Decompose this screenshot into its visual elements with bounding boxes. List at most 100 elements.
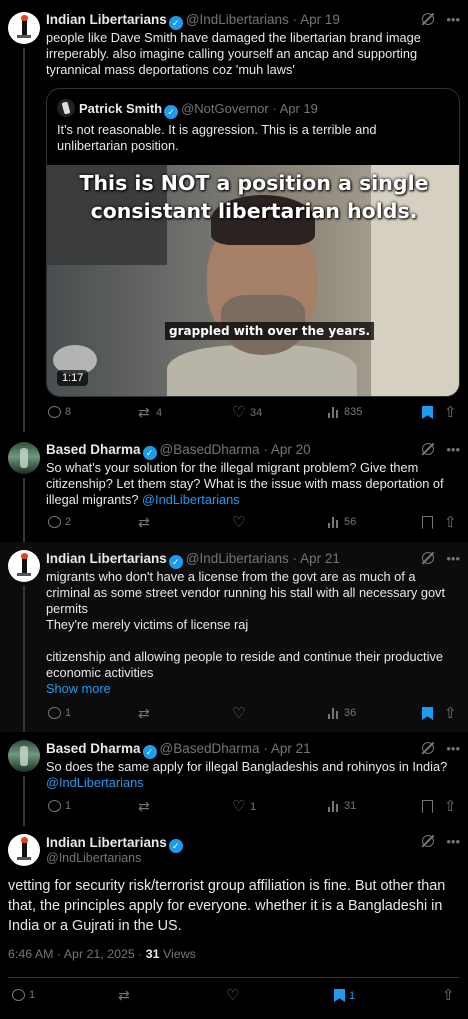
avatar[interactable] [8, 442, 40, 474]
author-handle[interactable]: @IndLibertarians [186, 551, 289, 566]
author-name: Patrick Smith [79, 101, 163, 116]
more-icon[interactable]: ••• [446, 834, 460, 849]
bookmark-button[interactable] [422, 516, 433, 529]
avatar[interactable] [8, 740, 40, 772]
like-button[interactable] [232, 513, 246, 531]
more-icon[interactable]: ••• [446, 741, 460, 756]
verified-icon: ✓ [168, 16, 183, 30]
reply-icon [12, 989, 25, 1001]
grok-icon[interactable] [422, 443, 435, 455]
tweet[interactable]: Indian Libertarians ✓ @IndLibertarians · A… [0, 542, 468, 732]
retweet-button[interactable] [138, 798, 152, 815]
share-button[interactable] [442, 986, 456, 1004]
heart-icon [232, 513, 246, 531]
show-more-link[interactable]: Show more [46, 681, 458, 697]
grok-icon[interactable] [422, 552, 435, 564]
tweet[interactable]: Based Dharma ✓ @BasedDharma · Apr 21 ••• S… [0, 732, 468, 826]
reply-button[interactable]: 8 [48, 406, 71, 418]
like-button[interactable] [226, 986, 240, 1004]
video-player[interactable]: This is NOT a position a single consista… [47, 165, 459, 396]
view-count: 31 [145, 947, 160, 961]
quote-tweet[interactable]: Patrick Smith ✓ @NotGovernor · Apr 19 It's… [46, 88, 460, 397]
share-button[interactable] [444, 403, 458, 421]
grok-icon[interactable] [422, 835, 435, 847]
verified-icon: ✓ [164, 105, 179, 119]
tweet-date[interactable]: · Apr 21 [263, 741, 310, 756]
more-icon[interactable]: ••• [446, 442, 460, 457]
tweet-date[interactable]: · Apr 19 [293, 12, 340, 27]
like-button[interactable]: 34 [232, 403, 262, 421]
grok-icon[interactable] [422, 13, 435, 25]
retweet-button[interactable]: 4 [138, 404, 162, 421]
bookmark-icon [422, 406, 433, 419]
author-name[interactable]: Based Dharma [46, 741, 141, 756]
share-icon [444, 704, 458, 722]
reply-button[interactable]: 1 [48, 800, 71, 812]
bookmark-button[interactable] [422, 406, 433, 419]
avatar[interactable] [8, 834, 40, 866]
views-button[interactable]: 36 [328, 707, 356, 719]
tweet-text: So what's your solution for the illegal … [46, 460, 444, 507]
grok-icon[interactable] [422, 742, 435, 754]
views-button[interactable]: 56 [328, 516, 356, 528]
author-handle[interactable]: @IndLibertarians [186, 12, 289, 27]
like-button[interactable]: 1 [232, 797, 256, 815]
tweet-date[interactable]: · Apr 21 [293, 551, 340, 566]
tweet-header: Based Dharma ✓ @BasedDharma · Apr 20 ••• [46, 441, 460, 460]
author-name[interactable]: Indian Libertarians [46, 835, 167, 850]
mention-link[interactable]: @IndLibertarians [46, 775, 144, 790]
mention-link[interactable]: @IndLibertarians [142, 492, 240, 507]
author-name[interactable]: Indian Libertarians [46, 12, 167, 27]
tweet-header: Based Dharma ✓ @BasedDharma · Apr 21 ••• [46, 740, 460, 759]
share-button[interactable] [444, 704, 458, 722]
views-button[interactable]: 31 [328, 800, 356, 812]
views-icon [328, 707, 340, 719]
like-button[interactable] [232, 704, 246, 722]
tweet-actions: 2 56 [46, 513, 460, 532]
tweet-meta: 6:46 AM · Apr 21, 2025 · 31 Views [8, 947, 196, 961]
retweet-icon [138, 705, 152, 722]
views-label: Views [159, 947, 196, 961]
author-handle[interactable]: @BasedDharma [160, 442, 260, 457]
tweet[interactable]: Indian Libertarians ✓ @IndLibertarians · A… [0, 0, 468, 432]
share-button[interactable] [444, 797, 458, 815]
author-name[interactable]: Indian Libertarians [46, 551, 167, 566]
share-icon [444, 403, 458, 421]
video-duration: 1:17 [57, 370, 89, 386]
reply-button[interactable]: 1 [12, 989, 35, 1001]
author-name[interactable]: Based Dharma [46, 442, 141, 457]
share-icon [442, 986, 456, 1004]
author-handle[interactable]: @IndLibertarians [46, 851, 141, 865]
tweet-text: people like Dave Smith have damaged the … [46, 30, 421, 77]
retweet-button[interactable] [138, 705, 152, 722]
tweet-timestamp[interactable]: 6:46 AM · Apr 21, 2025 · [8, 947, 146, 961]
video-subtitle: grappled with over the years. [165, 322, 375, 340]
bookmark-button[interactable]: 1 [334, 989, 355, 1002]
views-button[interactable]: 835 [328, 406, 362, 418]
more-icon[interactable]: ••• [446, 12, 460, 27]
author-handle[interactable]: @BasedDharma [160, 741, 260, 756]
retweet-icon [138, 404, 152, 421]
video-caption-title: This is NOT a position a single consista… [79, 171, 429, 223]
avatar[interactable] [8, 550, 40, 582]
retweet-button[interactable] [118, 987, 132, 1004]
bookmark-button[interactable] [422, 800, 433, 813]
tweet-text: They're merely victims of license raj [46, 617, 249, 632]
avatar [57, 99, 75, 117]
thread-line [23, 478, 25, 542]
retweet-button[interactable] [138, 514, 152, 531]
verified-icon: ✓ [168, 555, 183, 569]
avatar[interactable] [8, 12, 40, 44]
reply-button[interactable]: 1 [48, 707, 71, 719]
tweet[interactable]: Based Dharma ✓ @BasedDharma · Apr 20 ••• S… [0, 432, 468, 542]
tweet-date[interactable]: · Apr 20 [263, 442, 310, 457]
more-icon[interactable]: ••• [446, 551, 460, 566]
thread-line [23, 776, 25, 826]
main-tweet[interactable]: Indian Libertarians ✓ ••• @IndLibertarian… [0, 826, 468, 1019]
tweet-text: vetting for security risk/terrorist grou… [8, 878, 446, 934]
reply-button[interactable]: 2 [48, 516, 71, 528]
bookmark-button[interactable] [422, 707, 433, 720]
reply-icon [48, 707, 61, 719]
share-button[interactable] [444, 513, 458, 531]
share-icon [444, 513, 458, 531]
